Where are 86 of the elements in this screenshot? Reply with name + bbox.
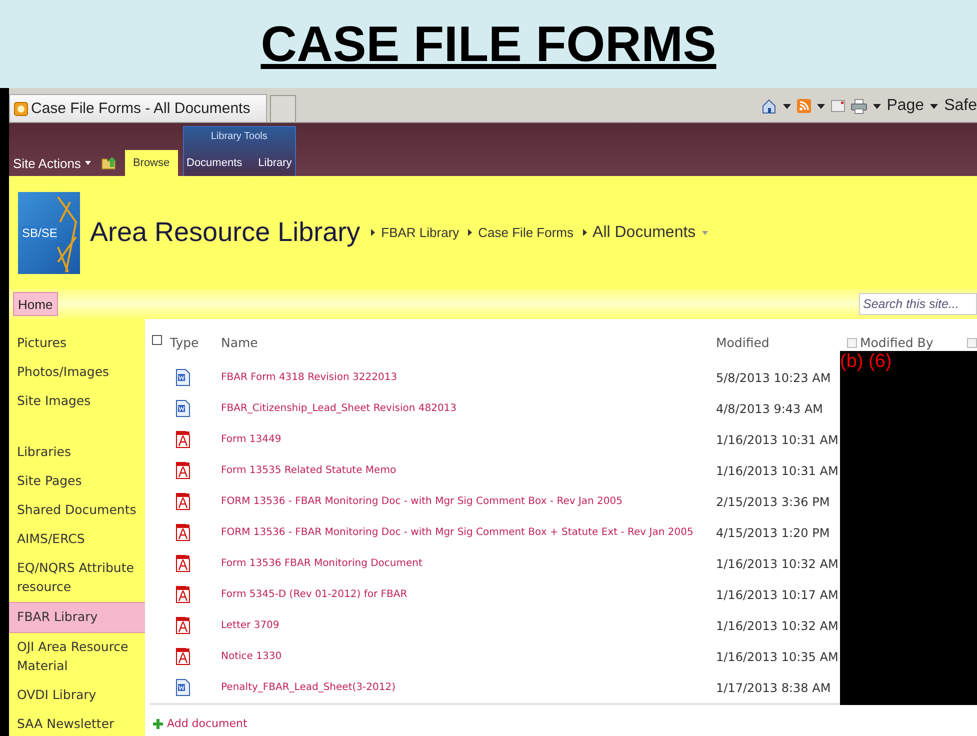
modified-date: 1/17/2013 8:38 AM bbox=[716, 680, 832, 694]
sidebar-heading[interactable]: Libraries bbox=[9, 438, 145, 467]
document-link[interactable]: Letter 3709 bbox=[221, 620, 716, 631]
rss-feed-icon[interactable] bbox=[796, 99, 811, 113]
dropdown-caret-icon[interactable] bbox=[816, 104, 825, 108]
sidebar-item[interactable]: Site Pages bbox=[9, 467, 145, 496]
add-document-link[interactable]: Add document bbox=[167, 717, 248, 730]
site-logo: SB/SE bbox=[18, 192, 80, 274]
ribbon-tab[interactable]: Documents bbox=[178, 150, 250, 176]
modified-date: 4/15/2013 1:20 PM bbox=[716, 526, 831, 540]
pdf-document-icon bbox=[176, 524, 190, 541]
sidebar-item[interactable]: FBAR Library bbox=[9, 602, 145, 633]
modified-date: 1/16/2013 10:35 AM bbox=[716, 650, 840, 664]
modified-date: 1/16/2013 10:17 AM bbox=[716, 588, 840, 602]
slide-title: CASE FILE FORMS bbox=[260, 15, 716, 73]
word-document-icon bbox=[176, 679, 190, 696]
sidebar-item[interactable]: SAA Newsletter bbox=[9, 710, 145, 736]
modified-date: 2/15/2013 3:36 PM bbox=[716, 494, 831, 508]
home-icon[interactable] bbox=[760, 98, 777, 114]
breadcrumb-link[interactable]: All Documents bbox=[592, 224, 696, 242]
breadcrumb-link[interactable]: Case File Forms bbox=[478, 225, 574, 240]
document-link[interactable]: FBAR Form 4318 Revision 3222013 bbox=[221, 372, 716, 383]
sidebar-item[interactable]: OJI Area Resource Material bbox=[9, 633, 145, 681]
column-header[interactable]: Modified By bbox=[860, 335, 934, 350]
document-link[interactable]: Form 13449 bbox=[221, 434, 716, 445]
column-checkbox[interactable] bbox=[967, 338, 977, 348]
ribbon-tab[interactable]: Browse bbox=[124, 150, 178, 176]
group-title: Library Tools bbox=[210, 130, 268, 142]
document-link[interactable]: FBAR_Citizenship_Lead_Sheet Revision 482013 bbox=[221, 403, 716, 414]
column-header[interactable]: Type bbox=[170, 335, 221, 350]
dropdown-caret-icon[interactable] bbox=[872, 104, 881, 108]
document-link[interactable]: FORM 13536 - FBAR Monitoring Doc - with Mgr Sig Comment Box - Rev Jan 2005 bbox=[221, 496, 716, 507]
modified-date: 1/16/2013 10:31 AM bbox=[716, 464, 840, 478]
folder-up-icon[interactable] bbox=[100, 156, 117, 170]
pdf-document-icon bbox=[176, 431, 190, 448]
sidebar-item[interactable]: Site Images bbox=[9, 387, 145, 416]
word-document-icon bbox=[176, 369, 190, 386]
redaction-label: (b) (6) bbox=[840, 351, 892, 373]
modified-date: 4/8/2013 9:43 AM bbox=[716, 402, 824, 416]
modified-date: 1/16/2013 10:31 AM bbox=[716, 432, 840, 446]
pdf-document-icon bbox=[176, 493, 190, 510]
mail-icon[interactable] bbox=[830, 100, 845, 112]
breadcrumb-arrow-icon bbox=[582, 229, 587, 236]
nav-tab[interactable]: Home bbox=[13, 292, 58, 316]
sidebar-item[interactable]: Shared Documents bbox=[9, 496, 145, 525]
document-link[interactable]: Notice 1330 bbox=[221, 651, 716, 662]
sidebar-item[interactable]: AIMS/ERCS bbox=[9, 525, 145, 554]
word-document-icon bbox=[176, 400, 190, 417]
sidebar-item[interactable]: OVDI Library bbox=[9, 681, 145, 710]
browser-tab-title: Case File Forms - All Documents bbox=[31, 100, 250, 117]
modified-date: 1/16/2013 10:32 AM bbox=[716, 618, 840, 632]
document-link[interactable]: Form 13535 Related Statute Memo bbox=[221, 465, 716, 476]
pdf-document-icon bbox=[176, 462, 190, 479]
site-icon bbox=[14, 102, 28, 116]
pdf-document-icon bbox=[176, 586, 190, 603]
modified-date: 5/8/2013 10:23 AM bbox=[716, 370, 832, 384]
column-checkbox[interactable] bbox=[847, 338, 857, 348]
breadcrumb-link[interactable]: FBAR Library bbox=[381, 225, 460, 240]
pdf-document-icon bbox=[176, 648, 190, 665]
document-link[interactable]: Penalty_FBAR_Lead_Sheet(3-2012) bbox=[221, 682, 716, 693]
pdf-document-icon bbox=[176, 555, 190, 572]
sidebar-item[interactable]: Photos/Images bbox=[9, 358, 145, 387]
site-actions-menu[interactable]: Site Actions bbox=[13, 150, 91, 176]
site-title[interactable]: Area Resource Library bbox=[90, 217, 360, 248]
safety-menu[interactable]: Safe bbox=[944, 97, 977, 115]
page-menu[interactable]: Page bbox=[886, 97, 924, 115]
document-link[interactable]: Form 13536 FBAR Monitoring Document bbox=[221, 558, 716, 569]
dropdown-caret-icon[interactable] bbox=[84, 161, 91, 165]
modified-date: 1/16/2013 10:32 AM bbox=[716, 556, 840, 570]
sidebar-heading[interactable]: Pictures bbox=[9, 329, 145, 358]
pdf-document-icon bbox=[176, 617, 190, 634]
browser-tab[interactable]: Case File Forms - All Documents bbox=[9, 94, 267, 122]
breadcrumb-arrow-icon bbox=[371, 229, 376, 236]
document-link[interactable]: FORM 13536 - FBAR Monitoring Doc - with Mgr Sig Comment Box + Statute Ext - Rev Jan 2005 bbox=[221, 527, 716, 538]
breadcrumb-arrow-icon bbox=[468, 229, 472, 236]
select-all-checkbox[interactable] bbox=[152, 335, 162, 345]
column-header[interactable]: Modified bbox=[716, 335, 840, 350]
column-header[interactable]: Name bbox=[221, 335, 716, 350]
dropdown-caret-icon[interactable] bbox=[930, 104, 938, 108]
printer-icon[interactable] bbox=[850, 98, 867, 114]
plus-icon[interactable] bbox=[153, 718, 163, 728]
ribbon-tab[interactable]: Library bbox=[250, 150, 300, 176]
sidebar-item[interactable]: EQ/NQRS Attribute resource bbox=[9, 554, 145, 602]
document-link[interactable]: Form 5345-D (Rev 01-2012) for FBAR bbox=[221, 589, 716, 600]
dropdown-caret-icon[interactable] bbox=[782, 104, 791, 108]
search-field[interactable]: Search this site... bbox=[859, 293, 977, 315]
